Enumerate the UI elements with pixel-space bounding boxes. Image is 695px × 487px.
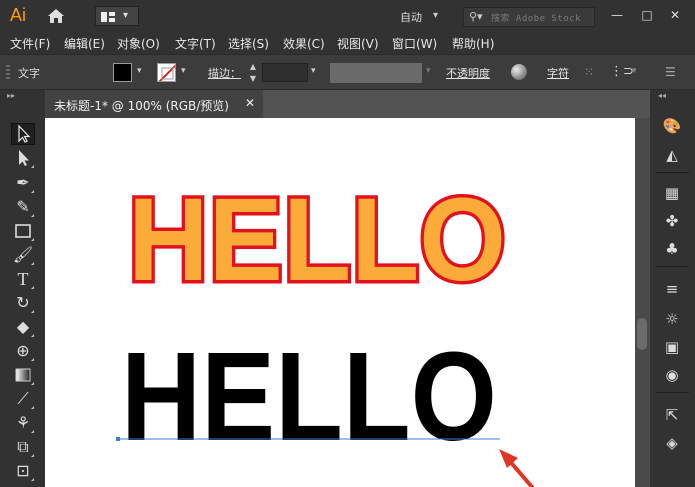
menu-view[interactable]: 视图(V) bbox=[337, 35, 379, 52]
canvas[interactable]: HELLO HELLO bbox=[45, 118, 635, 487]
panel-grip[interactable] bbox=[6, 65, 10, 79]
paintbrush-tool-icon[interactable]: 🖌 bbox=[11, 244, 35, 266]
close-button[interactable]: ✕ bbox=[664, 5, 686, 25]
workspace-switcher[interactable]: 自动 bbox=[400, 9, 422, 25]
chevron-down-icon[interactable]: ▾ bbox=[433, 10, 438, 21]
curvature-tool-icon[interactable]: ✎ bbox=[11, 196, 35, 218]
fill-color-swatch[interactable] bbox=[113, 63, 132, 82]
paragraph-align-icon[interactable]: ⋮⊃ bbox=[610, 64, 634, 79]
gradient-tool-icon[interactable] bbox=[11, 364, 35, 386]
appearance-icon[interactable]: ☼ bbox=[661, 308, 683, 330]
menu-file[interactable]: 文件(F) bbox=[10, 35, 50, 52]
tools-panel: ▸▸ ✒ ✎ 🖌 T ↻ ◆ ⊕ ⟋ ⚘ ⧉ ⊡ bbox=[0, 90, 45, 487]
brushes-icon[interactable]: ✤ bbox=[661, 210, 683, 232]
menu-object[interactable]: 对象(O) bbox=[117, 35, 160, 52]
align-icon[interactable]: ⁙ bbox=[584, 65, 594, 79]
scrollbar-thumb[interactable] bbox=[637, 318, 647, 350]
arrange-documents-button[interactable]: ▾ bbox=[95, 6, 139, 26]
character-label[interactable]: 字符 bbox=[547, 65, 569, 81]
color-guide-icon[interactable]: ◭ bbox=[661, 144, 683, 166]
gradient-panel-icon[interactable]: ▣ bbox=[661, 336, 683, 358]
control-bar: 文字 ▾ ▾ 描边： ▲ ▼ ▾ ▾ 不透明度 字符 ⁙ ⋮⊃ ▾ ☰ bbox=[0, 54, 695, 90]
symbol-sprayer-tool-icon[interactable]: ⧉ bbox=[11, 436, 35, 458]
dock-divider bbox=[656, 266, 689, 267]
blend-tool-icon[interactable]: ⚘ bbox=[11, 412, 35, 434]
chevron-down-icon[interactable]: ▾ bbox=[137, 66, 142, 76]
context-label: 文字 bbox=[18, 67, 40, 80]
shape-builder-tool-icon[interactable]: ⊕ bbox=[11, 340, 35, 362]
chevron-down-icon: ▾ bbox=[123, 10, 129, 21]
title-bar: Ai ▾ 自动 ▾ ⚲▾ 搜索 Adobe Stock — □ ✕ bbox=[0, 0, 695, 32]
chevron-down-icon[interactable]: ▾ bbox=[311, 66, 316, 76]
transparency-icon[interactable]: ◉ bbox=[661, 364, 683, 386]
restore-button[interactable]: □ bbox=[636, 5, 658, 25]
outlined-hello-text[interactable]: HELLO bbox=[125, 171, 510, 310]
expand-panels-icon[interactable]: ◂◂ bbox=[650, 90, 695, 102]
vertical-scrollbar[interactable] bbox=[635, 118, 650, 487]
annotation-arrow bbox=[499, 449, 534, 487]
document-tab-label: 未标题-1* @ 100% (RGB/预览) bbox=[54, 99, 229, 113]
stock-search-input[interactable]: ⚲▾ 搜索 Adobe Stock bbox=[463, 7, 595, 27]
layers-icon[interactable]: ◈ bbox=[661, 432, 683, 454]
document-tab-strip: 未标题-1* @ 100% (RGB/预览) ✕ bbox=[45, 90, 650, 118]
search-placeholder: 搜索 Adobe Stock bbox=[491, 14, 582, 24]
direct-selection-tool-icon[interactable] bbox=[11, 147, 35, 169]
stroke-color-swatch[interactable] bbox=[157, 63, 176, 82]
selected-hello-text[interactable]: HELLO bbox=[121, 326, 497, 467]
rotate-tool-icon[interactable]: ↻ bbox=[11, 292, 35, 314]
close-icon[interactable]: ✕ bbox=[245, 96, 255, 110]
opacity-label[interactable]: 不透明度 bbox=[446, 65, 490, 81]
eyedropper-tool-icon[interactable]: ⟋ bbox=[11, 388, 35, 410]
home-icon[interactable] bbox=[46, 7, 66, 25]
chevron-down-icon[interactable]: ▾ bbox=[426, 66, 431, 76]
artboard-tool-icon[interactable]: ⊡ bbox=[11, 460, 35, 482]
stroke-panel-icon[interactable]: ≡ bbox=[661, 278, 683, 300]
symbols-icon[interactable]: ♣ bbox=[661, 238, 683, 260]
selection-tool-icon[interactable] bbox=[11, 123, 35, 145]
swatches-icon[interactable]: ▦ bbox=[661, 182, 683, 204]
stroke-label[interactable]: 描边： bbox=[208, 65, 241, 81]
artboard[interactable]: HELLO HELLO bbox=[45, 118, 635, 487]
menu-window[interactable]: 窗口(W) bbox=[392, 35, 437, 52]
chevron-down-icon[interactable]: ▾ bbox=[181, 66, 186, 76]
menu-help[interactable]: 帮助(H) bbox=[452, 35, 494, 52]
menu-bar: 文件(F) 编辑(E) 对象(O) 文字(T) 选择(S) 效果(C) 视图(V… bbox=[0, 32, 695, 54]
arrange-grid-icon bbox=[101, 11, 115, 22]
stroke-weight-stepper[interactable]: ▲ ▼ bbox=[247, 61, 259, 85]
panel-dock: ◂◂ 🎨 ◭ ▦ ✤ ♣ ≡ ☼ ▣ ◉ ⇱ ◈ bbox=[650, 90, 695, 487]
type-tool-icon[interactable]: T bbox=[11, 268, 35, 290]
export-icon[interactable]: ⇱ bbox=[661, 404, 683, 426]
menu-type[interactable]: 文字(T) bbox=[175, 35, 216, 52]
pen-tool-icon[interactable]: ✒ bbox=[11, 172, 35, 194]
chevron-down-icon[interactable]: ▾ bbox=[632, 66, 637, 76]
document-tab[interactable]: 未标题-1* @ 100% (RGB/预览) ✕ bbox=[45, 90, 263, 118]
minimize-button[interactable]: — bbox=[606, 5, 628, 25]
collapse-icon[interactable]: ▸▸ bbox=[0, 90, 45, 102]
variable-width-profile[interactable] bbox=[330, 63, 422, 83]
menu-edit[interactable]: 编辑(E) bbox=[64, 35, 105, 52]
rectangle-tool-icon[interactable] bbox=[11, 220, 35, 242]
dock-divider bbox=[656, 392, 689, 393]
color-panel-icon[interactable]: 🎨 bbox=[661, 115, 683, 137]
panel-menu-icon[interactable]: ☰ bbox=[665, 65, 676, 79]
stroke-weight-input[interactable] bbox=[262, 63, 308, 82]
baseline-anchor[interactable] bbox=[116, 437, 120, 441]
app-logo: Ai bbox=[10, 5, 27, 25]
eraser-tool-icon[interactable]: ◆ bbox=[11, 316, 35, 338]
menu-select[interactable]: 选择(S) bbox=[228, 35, 269, 52]
recolor-artwork-icon[interactable] bbox=[511, 64, 527, 80]
dock-divider bbox=[656, 172, 689, 173]
search-icon: ⚲▾ bbox=[469, 10, 483, 23]
menu-effect[interactable]: 效果(C) bbox=[283, 35, 325, 52]
